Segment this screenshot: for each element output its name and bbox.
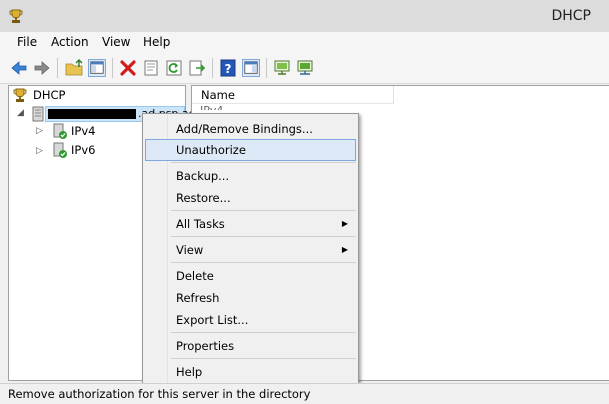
menu-item-backup[interactable]: Backup... [145,165,356,187]
show-hide-tree-icon[interactable] [88,59,106,77]
menu-separator [171,210,356,211]
toolbar-separator [212,58,213,78]
submenu-arrow-icon: ▶ [341,245,348,254]
menu-item-unauthorize[interactable]: Unauthorize [145,139,356,161]
refresh-icon[interactable] [165,59,183,77]
properties-icon[interactable] [142,59,160,77]
toolbar-separator [57,58,58,78]
menu-item-refresh[interactable]: Refresh [145,287,356,309]
expand-arrow-icon[interactable]: ▷ [36,126,43,136]
menu-view[interactable]: View [102,35,130,49]
toolbar-separator [266,58,267,78]
dhcp-trophy-icon [13,88,27,102]
menu-item-view[interactable]: View ▶ [145,239,356,261]
list-item[interactable]: IPv4 [200,104,223,110]
show-hide-action-pane-icon[interactable] [242,59,260,77]
menu-separator [171,332,356,333]
back-arrow-icon[interactable] [10,59,28,77]
help-icon[interactable]: ? [219,59,237,77]
ipv4-server-icon [53,123,67,139]
menu-item-help[interactable]: Help [145,361,356,383]
menu-action[interactable]: Action [51,35,89,49]
ipv6-server-icon [53,142,67,158]
menu-item-properties[interactable]: Properties [145,335,356,357]
redacted-server-name [48,109,136,119]
menu-item-add-remove-bindings[interactable]: Add/Remove Bindings... [145,118,356,140]
forward-arrow-icon[interactable] [33,59,51,77]
server-network-icon[interactable] [296,59,314,77]
context-menu: Add/Remove Bindings... Unauthorize Backu… [142,113,359,384]
window-title: DHCP [551,8,591,24]
tree-root-label: DHCP [33,88,66,102]
svg-text:?: ? [225,62,232,76]
collapse-arrow-icon[interactable]: ◢ [17,108,24,118]
menu-item-restore[interactable]: Restore... [145,187,356,209]
submenu-arrow-icon: ▶ [341,219,348,228]
menu-separator [171,162,356,163]
toolbar: ? [0,53,609,84]
dhcp-trophy-icon [9,9,23,23]
expand-arrow-icon[interactable]: ▷ [36,146,43,156]
column-header-name[interactable]: Name [192,86,394,104]
menu-separator [171,358,356,359]
menu-file[interactable]: File [17,35,37,49]
up-folder-icon[interactable] [65,59,83,77]
menu-separator [171,262,356,263]
menu-item-export-list[interactable]: Export List... [145,309,356,331]
title-bar: DHCP [0,0,609,32]
server-icon [32,106,44,122]
export-list-icon[interactable] [188,59,206,77]
menu-bar: File Action View Help [0,32,609,53]
menu-item-all-tasks[interactable]: All Tasks ▶ [145,213,356,235]
toolbar-separator [112,58,113,78]
menu-item-label: View [176,243,204,257]
tree-item-label: IPv6 [71,143,96,157]
menu-help[interactable]: Help [143,35,170,49]
tree-item-label: IPv4 [71,124,96,138]
server-add-icon[interactable] [273,59,291,77]
menu-separator [171,236,356,237]
status-bar: Remove authorization for this server in … [0,383,609,403]
delete-icon[interactable] [119,59,137,77]
menu-item-delete[interactable]: Delete [145,265,356,287]
menu-item-label: All Tasks [176,217,225,231]
